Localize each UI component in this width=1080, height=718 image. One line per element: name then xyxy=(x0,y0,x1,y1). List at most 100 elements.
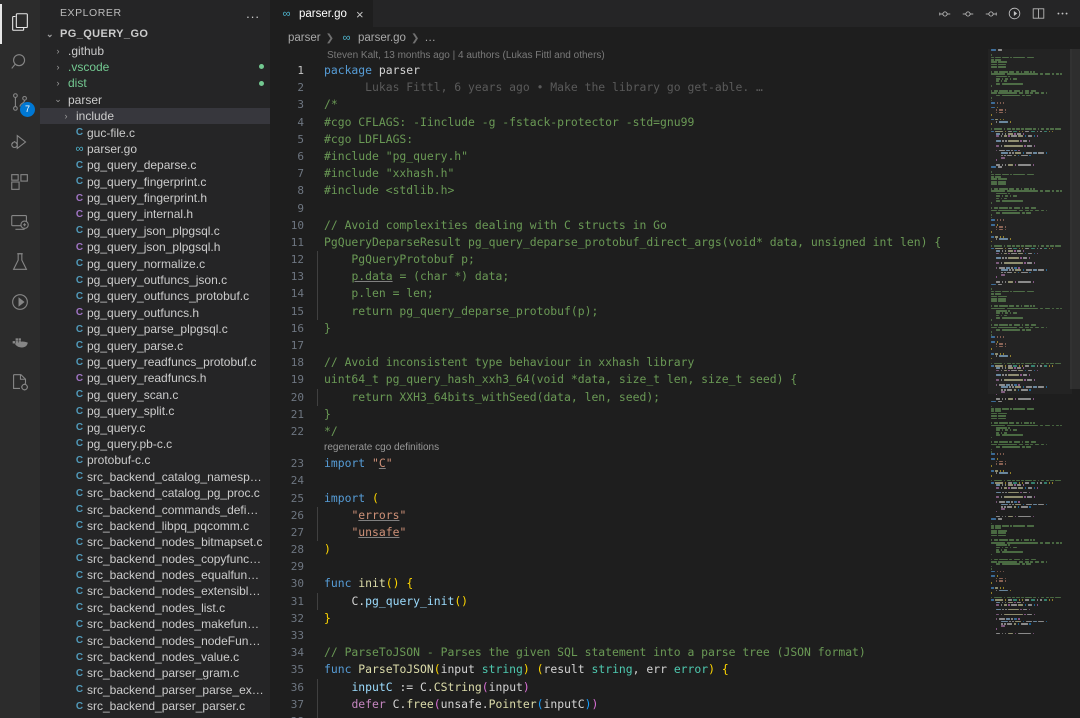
minimap-slider[interactable] xyxy=(988,49,1072,394)
chevron-down-icon[interactable]: ⌄ xyxy=(52,94,64,105)
sidebar-more-actions-button[interactable]: ... xyxy=(246,6,264,21)
tree-row[interactable]: Csrc_backend_parser_parse_expr.c xyxy=(40,682,270,698)
code-line[interactable]: 11PgQueryDeparseResult pg_query_deparse_… xyxy=(270,234,988,251)
tree-row[interactable]: Cpg_query_internal.h xyxy=(40,206,270,222)
tree-row[interactable]: Cpg_query_readfuncs.h xyxy=(40,370,270,386)
code-line[interactable]: 19uint64_t pg_query_hash_xxh3_64(void *d… xyxy=(270,371,988,388)
code-line[interactable]: 12 PgQueryProtobuf p; xyxy=(270,251,988,268)
code-line[interactable]: 38 xyxy=(270,713,988,718)
tree-row[interactable]: Csrc_backend_nodes_makefuncs.c xyxy=(40,616,270,632)
code-line[interactable]: 7#include "xxhash.h" xyxy=(270,165,988,182)
tree-row[interactable]: Cpg_query.pb-c.c xyxy=(40,436,270,452)
tree-row[interactable]: ⌄PG_QUERY_GO xyxy=(40,26,270,42)
tree-row[interactable]: Csrc_backend_nodes_bitmapset.c xyxy=(40,534,270,550)
tree-row[interactable]: Cpg_query_deparse.c xyxy=(40,157,270,173)
tree-row[interactable]: Cguc-file.c xyxy=(40,124,270,140)
tree-row[interactable]: Cpg_query_json_plpgsql.c xyxy=(40,223,270,239)
chevron-right-icon[interactable]: › xyxy=(52,78,64,88)
tree-row[interactable]: Cpg_query_split.c xyxy=(40,403,270,419)
tree-row[interactable]: Csrc_backend_nodes_nodeFuncs.c xyxy=(40,632,270,648)
code-line[interactable]: 37 defer C.free(unsafe.Pointer(inputC)) xyxy=(270,696,988,713)
tree-row[interactable]: ⌄parser xyxy=(40,92,270,108)
code-line[interactable]: 9 xyxy=(270,200,988,217)
editor-tab-parser-go[interactable]: ∞ parser.go × xyxy=(270,0,373,27)
activitybar-item-file-settings[interactable] xyxy=(0,364,40,404)
code-line[interactable]: 17 xyxy=(270,337,988,354)
breadcrumb-item-file[interactable]: ∞ parser.go xyxy=(339,32,406,44)
tree-row[interactable]: Csrc_backend_nodes_copyfuncs.c xyxy=(40,551,270,567)
tree-row[interactable]: Cprotobuf-c.c xyxy=(40,452,270,468)
tree-row[interactable]: Csrc_backend_nodes_extensible.c xyxy=(40,583,270,599)
editor-scrollbar[interactable] xyxy=(1070,49,1080,718)
code-line[interactable]: 6#include "pg_query.h" xyxy=(270,148,988,165)
tree-row[interactable]: Csrc_backend_libpq_pqcomm.c xyxy=(40,518,270,534)
tree-row[interactable]: Cpg_query_outfuncs_json.c xyxy=(40,272,270,288)
code-line[interactable]: 26 "errors" xyxy=(270,507,988,524)
activitybar-item-extensions[interactable] xyxy=(0,164,40,204)
code-line[interactable]: 21} xyxy=(270,406,988,423)
code-line[interactable]: 28) xyxy=(270,541,988,558)
tree-row[interactable]: Csrc_backend_commands_define.c xyxy=(40,501,270,517)
code-line[interactable]: 22*/ xyxy=(270,423,988,440)
commit-icon[interactable] xyxy=(961,7,975,21)
activitybar-item-search[interactable] xyxy=(0,44,40,84)
activitybar-item-explorer[interactable] xyxy=(0,4,40,44)
code-line[interactable]: 5#cgo LDFLAGS: xyxy=(270,131,988,148)
code-line[interactable]: 36 inputC := C.CString(input) xyxy=(270,679,988,696)
code-line[interactable]: 20 return XXH3_64bits_withSeed(data, len… xyxy=(270,389,988,406)
code-line[interactable]: 25import ( xyxy=(270,490,988,507)
code-line[interactable]: 10// Avoid complexities dealing with C s… xyxy=(270,217,988,234)
tree-row[interactable]: Csrc_backend_nodes_value.c xyxy=(40,649,270,665)
tree-row[interactable]: Csrc_backend_catalog_pg_proc.c xyxy=(40,485,270,501)
code-line[interactable]: 29 xyxy=(270,558,988,575)
activitybar-item-timeline[interactable] xyxy=(0,284,40,324)
tree-row[interactable]: ›.vscode xyxy=(40,59,270,75)
tree-row[interactable]: Cpg_query_fingerprint.c xyxy=(40,174,270,190)
split-editor-icon[interactable] xyxy=(1031,6,1046,21)
code-line[interactable]: 8#include <stdlib.h> xyxy=(270,182,988,199)
code-line[interactable]: 2 Lukas Fittl, 6 years ago • Make the li… xyxy=(270,79,988,96)
commit-next-icon[interactable] xyxy=(984,7,998,21)
code-line[interactable]: 18// Avoid inconsistent type behaviour i… xyxy=(270,354,988,371)
tree-row[interactable]: Cpg_query_scan.c xyxy=(40,387,270,403)
code-line[interactable]: 13 p.data = (char *) data; xyxy=(270,268,988,285)
tree-row[interactable]: Cpg_query_normalize.c xyxy=(40,255,270,271)
code-line[interactable]: 14 p.len = len; xyxy=(270,285,988,302)
activitybar-item-remote-explorer[interactable] xyxy=(0,204,40,244)
tree-row[interactable]: Csrc_backend_nodes_equalfuncs.c xyxy=(40,567,270,583)
tree-row[interactable]: Csrc_backend_parser_gram.c xyxy=(40,665,270,681)
tree-row[interactable]: Csrc_backend_parser_parser.c xyxy=(40,698,270,714)
ellipsis-icon[interactable] xyxy=(1055,6,1070,21)
tree-row[interactable]: ∞parser.go xyxy=(40,141,270,157)
breadcrumb-item-folder[interactable]: parser xyxy=(288,32,321,44)
code-editor[interactable]: Steven Kalt, 13 months ago | 4 authors (… xyxy=(270,49,1080,718)
code-line[interactable]: 30func init() { xyxy=(270,575,988,592)
activitybar-item-source-control[interactable]: 7 xyxy=(0,84,40,124)
chevron-down-icon[interactable]: ⌄ xyxy=(44,29,56,40)
tree-row[interactable]: Cpg_query_outfuncs_protobuf.c xyxy=(40,288,270,304)
code-line[interactable]: 33 xyxy=(270,627,988,644)
tree-row[interactable]: ›.github xyxy=(40,42,270,58)
code-line[interactable]: 4#cgo CFLAGS: -Iinclude -g -fstack-prote… xyxy=(270,114,988,131)
activitybar-item-testing[interactable] xyxy=(0,244,40,284)
minimap[interactable] xyxy=(988,49,1080,718)
tree-row[interactable]: Csrc_backend_catalog_namespace.c xyxy=(40,469,270,485)
chevron-right-icon[interactable]: › xyxy=(52,46,64,56)
file-tree[interactable]: ⌄PG_QUERY_GO›.github›.vscode›dist⌄parser… xyxy=(40,26,270,718)
tree-row[interactable]: Cpg_query_readfuncs_protobuf.c xyxy=(40,354,270,370)
code-line[interactable]: 35func ParseToJSON(input string) (result… xyxy=(270,661,988,678)
code-line[interactable]: 16} xyxy=(270,320,988,337)
tree-row[interactable]: Cpg_query_outfuncs.h xyxy=(40,305,270,321)
code-line[interactable]: 31 C.pg_query_init() xyxy=(270,593,988,610)
tree-row[interactable]: Cpg_query_fingerprint.h xyxy=(40,190,270,206)
tree-row[interactable]: Cpg_query_json_plpgsql.h xyxy=(40,239,270,255)
code-text-area[interactable]: Steven Kalt, 13 months ago | 4 authors (… xyxy=(270,49,988,718)
play-circle-icon[interactable] xyxy=(1007,6,1022,21)
activitybar-item-docker[interactable] xyxy=(0,324,40,364)
code-line[interactable]: 24 xyxy=(270,472,988,489)
code-line[interactable]: 32} xyxy=(270,610,988,627)
chevron-right-icon[interactable]: › xyxy=(60,111,72,121)
code-line[interactable]: 3/* xyxy=(270,96,988,113)
activitybar-item-run-and-debug[interactable] xyxy=(0,124,40,164)
commit-previous-icon[interactable] xyxy=(938,7,952,21)
